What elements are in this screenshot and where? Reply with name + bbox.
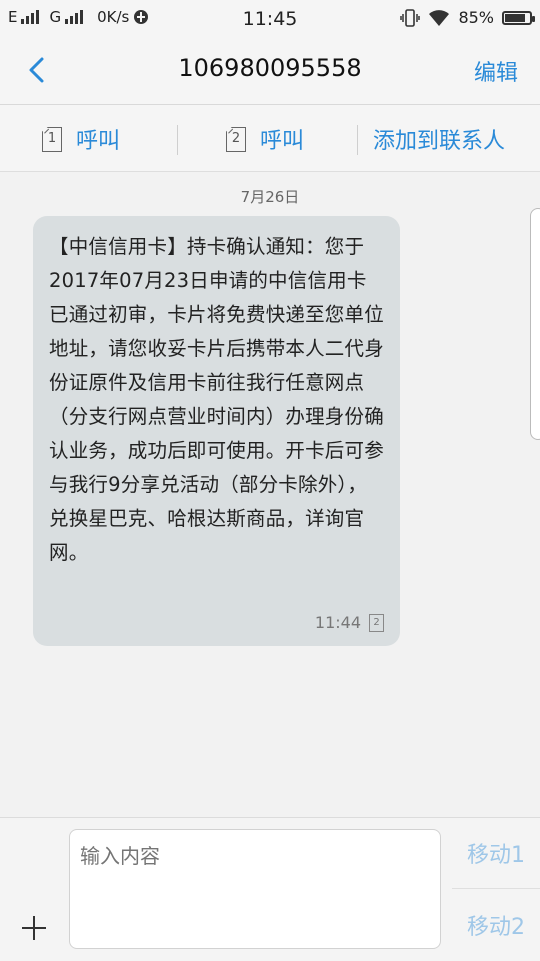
date-separator: 7月26日 bbox=[240, 188, 300, 206]
message-meta: 11:44 2 bbox=[315, 613, 384, 632]
plus-icon[interactable] bbox=[20, 914, 48, 942]
sim2-icon: 2 bbox=[226, 126, 246, 152]
add-contact-label: 添加到联系人 bbox=[373, 129, 506, 154]
sim1-icon: 1 bbox=[42, 126, 62, 152]
call-sim1-label: 呼叫 bbox=[76, 129, 121, 154]
wifi-icon bbox=[429, 9, 450, 26]
status-bar: E G 0K/s 11:45 85% bbox=[0, 0, 540, 38]
call-sim2-label: 呼叫 bbox=[260, 129, 305, 154]
add-contact-button[interactable]: 添加到联系人 bbox=[373, 123, 505, 155]
send-sim2-button[interactable]: 移动2 bbox=[452, 890, 540, 960]
contact-number: 106980095558 bbox=[178, 54, 362, 82]
sim-icon: 2 bbox=[369, 613, 384, 632]
message-time: 11:44 bbox=[314, 613, 361, 632]
message-text: 【中信信用卡】持卡确认通知：您于2017年07月23日申请的中信信用卡已通过初审… bbox=[49, 235, 384, 564]
conversation-header: 106980095558 编辑 bbox=[0, 38, 540, 105]
divider bbox=[177, 125, 178, 155]
composer: 移动1 移动2 bbox=[0, 817, 540, 961]
divider bbox=[357, 125, 358, 155]
battery-percent: 85% bbox=[458, 8, 494, 27]
call-sim2-button[interactable]: 2 呼叫 bbox=[226, 123, 304, 155]
battery-icon bbox=[502, 10, 535, 25]
message-input[interactable] bbox=[69, 829, 441, 949]
status-right: 85% bbox=[400, 8, 535, 27]
edit-button[interactable]: 编辑 bbox=[474, 55, 518, 87]
message-bubble[interactable]: 【中信信用卡】持卡确认通知：您于2017年07月23日申请的中信信用卡已通过初审… bbox=[33, 216, 400, 646]
scroll-edge bbox=[530, 208, 540, 440]
call-sim1-button[interactable]: 1 呼叫 bbox=[42, 123, 120, 155]
send-sim1-button[interactable]: 移动1 bbox=[452, 818, 540, 889]
vibrate-icon bbox=[400, 8, 421, 27]
action-bar: 1 呼叫 2 呼叫 添加到联系人 bbox=[0, 105, 540, 172]
